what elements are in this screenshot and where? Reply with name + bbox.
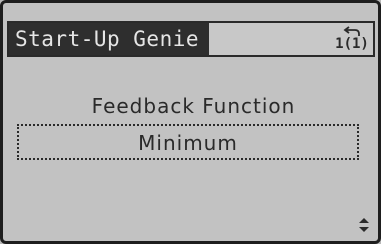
page-number: 1(1) <box>335 36 369 52</box>
page-indicator: 1(1) <box>335 25 369 55</box>
title-highlight: Start-Up Genie <box>9 23 209 55</box>
parameter-label: Feedback Function <box>91 94 296 118</box>
title-bar: Start-Up Genie 1(1) <box>7 21 375 57</box>
parameter-value: Minimum <box>138 131 238 155</box>
lcp-display: Start-Up Genie 1(1) Feedback Function Mi… <box>0 0 381 244</box>
parameter-value-field[interactable]: Minimum <box>17 124 359 160</box>
up-down-arrow-icon <box>359 218 369 232</box>
menu-title: Start-Up Genie <box>15 27 200 51</box>
